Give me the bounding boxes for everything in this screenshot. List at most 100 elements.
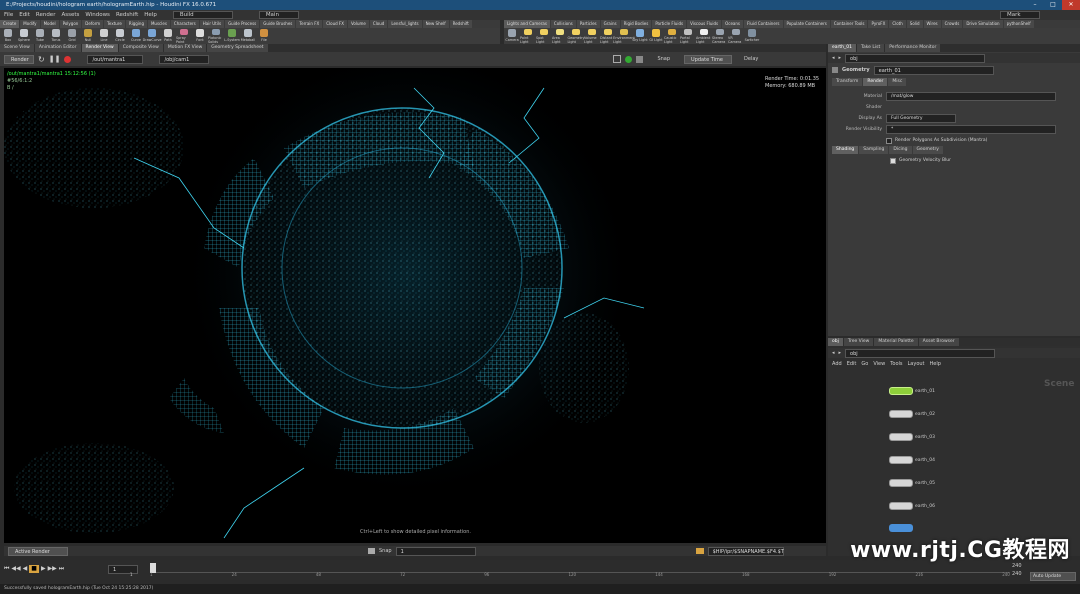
shelf-tab[interactable]: Rigging <box>125 20 147 28</box>
folder-icon[interactable] <box>695 548 704 554</box>
net-menu-add[interactable]: Add <box>832 361 842 367</box>
shelf-tab[interactable]: Cloud FX <box>323 20 347 28</box>
net-menu-go[interactable]: Go <box>861 361 868 367</box>
node-name-field[interactable]: earth_01 <box>873 65 994 75</box>
shelf-tool-button[interactable]: Camera <box>504 28 520 44</box>
render-viewport[interactable]: /out/mantra1/mantra1 15:12:56 (1) #56/6:… <box>4 68 826 543</box>
shelf-tool-button[interactable]: Circle <box>112 28 128 44</box>
shelf-tab[interactable]: Characters <box>170 20 199 28</box>
shelf-tab[interactable]: pythonShelf <box>1003 20 1034 28</box>
shelf-tool-button[interactable]: Switcher <box>744 28 760 44</box>
shelf-tool-button[interactable]: Stereo Camera <box>712 28 728 44</box>
tab-sampling[interactable]: Sampling <box>859 146 889 154</box>
menu-windows[interactable]: Windows <box>85 12 110 18</box>
tab-material-palette[interactable]: Material Palette <box>874 338 918 346</box>
shelf-tool-button[interactable]: GI Light <box>648 28 664 44</box>
shelf-tool-button[interactable]: Tube <box>32 28 48 44</box>
shelf-tab[interactable]: Hair Utils <box>199 20 225 28</box>
shelf-tab[interactable]: Guide Process <box>225 20 260 28</box>
net-menu-layout[interactable]: Layout <box>908 361 925 367</box>
tab-take-list[interactable]: Take List <box>856 44 885 52</box>
net-back-icon[interactable]: ◂ <box>832 350 835 356</box>
menu-render[interactable]: Render <box>36 12 56 18</box>
tab-performance-monitor[interactable]: Performance Monitor <box>885 44 941 52</box>
lock-icon[interactable] <box>636 55 644 63</box>
shelf-tool-button[interactable]: Environment Light <box>613 28 635 44</box>
node-earth-04[interactable]: earth_04 <box>889 456 935 464</box>
play-forward-icon[interactable]: ▶ <box>41 565 46 573</box>
shelf-tab[interactable]: Lensful_lights <box>388 20 422 28</box>
refresh-icon[interactable]: ↻ <box>38 55 45 64</box>
node-earth-06[interactable]: earth_06 <box>889 502 935 510</box>
shelf-tool-button[interactable]: Metaball <box>240 28 256 44</box>
tab-transform[interactable]: Transform <box>832 78 863 86</box>
node-earth-01[interactable]: earth_01 <box>889 387 935 395</box>
node-earth-05[interactable]: earth_05 <box>889 479 935 487</box>
render-button[interactable]: Render <box>4 54 34 64</box>
rop-path-field[interactable]: /out/mantra1 <box>87 54 144 64</box>
tab-dicing[interactable]: Dicing <box>889 146 912 154</box>
shelf-tab[interactable]: Crowds <box>941 20 963 28</box>
shelf-tool-button[interactable]: Volume Light <box>584 28 600 44</box>
node-earth-03[interactable]: earth_03 <box>889 433 935 441</box>
shelf-tab[interactable]: PyroFX <box>868 20 889 28</box>
net-menu-help[interactable]: Help <box>930 361 941 367</box>
shelf-tool-button[interactable]: Area Light <box>552 28 568 44</box>
maximize-button[interactable]: □ <box>1044 0 1062 10</box>
tab-network-obj[interactable]: obj <box>828 338 843 346</box>
step-forward-icon[interactable]: ▶▶ <box>48 565 57 573</box>
snap-toggle[interactable]: Snap <box>657 56 670 62</box>
delay-field[interactable]: Delay <box>744 56 758 62</box>
tab-composite-view[interactable]: Composite View <box>118 44 163 52</box>
shelf-tool-button[interactable]: Line <box>96 28 112 44</box>
tab-motion-fx-view[interactable]: Motion FX View <box>163 44 207 52</box>
shelf-tab[interactable]: Container Tools <box>830 20 868 28</box>
shelf-tab[interactable]: Particles <box>576 20 600 28</box>
shelf-tool-button[interactable]: Spray Paint <box>176 28 192 44</box>
shelf-tab[interactable]: Oceans <box>722 20 744 28</box>
menu-assets[interactable]: Assets <box>61 12 79 18</box>
shelf-tool-button[interactable]: DrawCurve <box>143 28 161 44</box>
camera-path-field[interactable]: /obj/cam1 <box>159 54 210 64</box>
shelf-tab[interactable]: Terrain FX <box>296 20 323 28</box>
snap-value-field[interactable]: 1 <box>395 546 476 556</box>
menu-help[interactable]: Help <box>144 12 157 18</box>
tab-render-view[interactable]: Render View <box>81 44 118 52</box>
net-menu-view[interactable]: View <box>873 361 885 367</box>
param-path-field[interactable]: obj <box>845 53 986 63</box>
display-as-dropdown[interactable]: Full Geometry <box>886 114 956 123</box>
shelf-tool-button[interactable]: Caustic Light <box>664 28 680 44</box>
node-extra[interactable] <box>889 524 913 532</box>
tab-scene-view[interactable]: Scene View <box>0 44 34 52</box>
play-back-icon[interactable]: ◀ <box>23 565 28 573</box>
shelf-tool-button[interactable]: Box <box>0 28 16 44</box>
shelf-tab[interactable]: Muscles <box>147 20 170 28</box>
menu-file[interactable]: File <box>4 12 13 18</box>
velocity-blur-checkbox[interactable] <box>890 157 896 164</box>
shelf-tool-button[interactable]: L-System <box>224 28 240 44</box>
shelf-tool-button[interactable]: Ambient Light <box>696 28 712 44</box>
node-earth-02[interactable]: earth_02 <box>889 410 935 418</box>
active-render-button[interactable]: Active Render <box>8 546 68 556</box>
pause-icon[interactable]: ❚❚ <box>49 55 61 63</box>
shelf-tool-button[interactable]: Spot Light <box>536 28 552 44</box>
shelf-tab[interactable]: Particle Fluids <box>652 20 687 28</box>
check-icon[interactable] <box>625 55 633 63</box>
tab-geometry-spreadsheet[interactable]: Geometry Spreadsheet <box>207 44 268 52</box>
tab-earth-01[interactable]: earth_01 <box>828 44 856 52</box>
shelf-tab[interactable]: Redshift <box>449 20 472 28</box>
shelf-tab[interactable]: Guide Brushes <box>260 20 296 28</box>
shelf-tool-button[interactable]: File <box>256 28 272 44</box>
network-path-field[interactable]: obj <box>845 348 996 358</box>
menu-edit[interactable]: Edit <box>19 12 30 18</box>
goto-start-icon[interactable]: ⏮ <box>4 565 9 573</box>
shelf-tab[interactable]: Wires <box>923 20 941 28</box>
shelf-tab[interactable]: Rigid Bodies <box>620 20 652 28</box>
shelf-tool-button[interactable]: Font <box>192 28 208 44</box>
snap-icon[interactable] <box>368 548 375 554</box>
back-arrow-icon[interactable]: ◂ <box>832 55 835 61</box>
tab-misc[interactable]: Misc <box>888 78 907 86</box>
shelf-tool-button[interactable]: Point Light <box>520 28 536 44</box>
shelf-tab[interactable]: Cloud <box>369 20 388 28</box>
close-button[interactable]: ✕ <box>1062 0 1080 10</box>
